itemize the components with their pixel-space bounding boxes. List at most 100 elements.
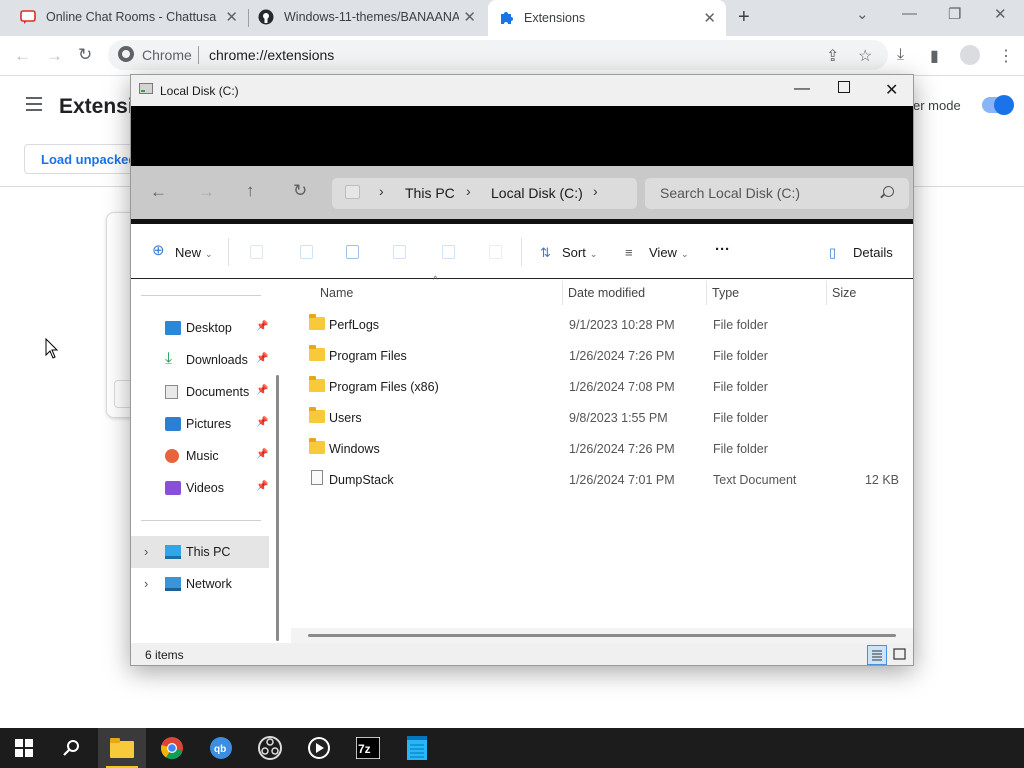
nav-item-videos[interactable]: Videos 📌 <box>131 472 269 504</box>
sort-button[interactable]: Sort ⌄ <box>562 245 597 260</box>
search-icon[interactable] <box>48 728 96 768</box>
refresh-icon[interactable]: ↻ <box>293 181 307 201</box>
tab-search-icon[interactable]: ⌄ <box>856 5 869 23</box>
nav-scrollbar[interactable] <box>276 375 279 641</box>
pin-icon[interactable]: 📌 <box>256 353 268 364</box>
start-icon[interactable] <box>0 728 48 768</box>
nav-item-label: Videos <box>186 481 224 495</box>
file-date: 1/26/2024 7:26 PM <box>569 349 675 363</box>
chevron-right-icon[interactable]: › <box>593 183 598 199</box>
side-panel-icon[interactable]: ▮ <box>930 46 939 66</box>
tab-github[interactable]: Windows-11-themes/BANAANA/ ✕ <box>248 0 486 34</box>
new-button[interactable]: New ⌄ <box>175 245 213 260</box>
chrome-icon[interactable] <box>148 728 196 768</box>
file-name: Windows <box>329 442 380 456</box>
this-pc-icon <box>165 545 181 559</box>
bookmark-star-icon[interactable]: ☆ <box>858 46 872 66</box>
address-bar[interactable] <box>332 178 637 209</box>
qbittorrent-icon[interactable]: qb <box>197 728 245 768</box>
view-button[interactable]: View ⌄ <box>649 245 689 260</box>
file-date: 1/26/2024 7:26 PM <box>569 442 675 456</box>
chevron-right-icon[interactable]: › <box>379 183 384 199</box>
tab-extensions[interactable]: Extensions ✕ <box>488 0 726 36</box>
minimize-icon[interactable]: — <box>794 80 810 98</box>
omnibox-url[interactable]: chrome://extensions <box>209 47 334 63</box>
file-row[interactable]: Users 9/8/2023 1:55 PM File folder <box>301 402 907 432</box>
download-icon[interactable]: ⤓ <box>897 46 904 64</box>
pin-icon[interactable]: 📌 <box>256 385 268 396</box>
notepad-icon[interactable] <box>393 728 441 768</box>
pin-icon[interactable]: 📌 <box>256 481 268 492</box>
search-input[interactable]: Search Local Disk (C:) <box>660 185 800 201</box>
pin-icon[interactable]: 📌 <box>256 417 268 428</box>
column-header-size[interactable]: Size <box>832 286 856 300</box>
column-header-type[interactable]: Type <box>712 286 739 300</box>
restore-icon[interactable]: ❐ <box>948 5 961 23</box>
details-view-icon[interactable] <box>867 645 887 665</box>
column-separator[interactable] <box>706 281 707 305</box>
close-icon[interactable]: ✕ <box>885 80 898 100</box>
chevron-right-icon[interactable]: › <box>466 183 471 199</box>
forward-icon[interactable]: → <box>198 182 215 202</box>
menu-kebab-icon[interactable]: ⋮ <box>998 46 1014 66</box>
nav-item-downloads[interactable]: ⤓ Downloads 📌 <box>131 344 269 376</box>
close-tab-icon[interactable]: ✕ <box>463 8 476 26</box>
minimize-icon[interactable]: — <box>902 5 917 22</box>
file-row[interactable]: Program Files 1/26/2024 7:26 PM File fol… <box>301 340 907 370</box>
delete-icon[interactable] <box>489 245 502 259</box>
hamburger-menu-icon[interactable] <box>26 97 42 111</box>
nav-item-network[interactable]: › Network <box>131 568 269 600</box>
more-options-button[interactable]: ··· <box>715 241 730 258</box>
maximize-icon[interactable] <box>838 81 850 93</box>
tab-chattusa[interactable]: Online Chat Rooms - Chattusa ✕ <box>8 0 248 34</box>
nav-item-documents[interactable]: Documents 📌 <box>131 376 269 408</box>
close-tab-icon[interactable]: ✕ <box>703 9 716 27</box>
media-player-icon[interactable] <box>295 728 343 768</box>
large-icons-view-icon[interactable] <box>890 645 910 665</box>
file-row[interactable]: DumpStack 1/26/2024 7:01 PM Text Documen… <box>301 464 907 494</box>
close-tab-icon[interactable]: ✕ <box>225 8 238 26</box>
7zip-icon[interactable]: 7z <box>344 728 392 768</box>
nav-item-music[interactable]: Music 📌 <box>131 440 269 472</box>
expand-chevron-icon[interactable]: › <box>144 576 148 591</box>
cut-icon[interactable] <box>250 245 263 259</box>
paste-icon[interactable] <box>346 245 359 259</box>
horizontal-scrollbar[interactable] <box>308 634 896 637</box>
copy-icon[interactable] <box>300 245 313 259</box>
pin-icon[interactable]: 📌 <box>256 449 268 460</box>
column-header-date[interactable]: Date modified <box>568 286 645 300</box>
obs-icon[interactable] <box>246 728 294 768</box>
nav-item-pictures[interactable]: Pictures 📌 <box>131 408 269 440</box>
file-row[interactable]: Program Files (x86) 1/26/2024 7:08 PM Fi… <box>301 371 907 401</box>
reload-icon[interactable]: ↻ <box>78 45 92 65</box>
pin-icon[interactable]: 📌 <box>256 321 268 332</box>
up-icon[interactable]: ↑ <box>246 181 255 201</box>
back-icon[interactable]: ← <box>14 46 31 66</box>
column-separator[interactable] <box>826 281 827 305</box>
column-header-name[interactable]: Name <box>320 286 353 300</box>
network-icon <box>165 577 181 591</box>
breadcrumb-this-pc[interactable]: This PC <box>405 185 455 201</box>
file-date: 9/1/2023 10:28 PM <box>569 318 675 332</box>
folder-icon <box>309 407 325 423</box>
back-icon[interactable]: ← <box>150 182 167 202</box>
nav-item-desktop[interactable]: Desktop 📌 <box>131 312 269 344</box>
profile-avatar-icon[interactable] <box>960 45 980 65</box>
column-separator[interactable] <box>562 281 563 305</box>
developer-mode-toggle[interactable] <box>982 95 1014 115</box>
share-icon[interactable]: ⇪ <box>826 46 839 66</box>
new-tab-button[interactable]: + <box>738 6 750 29</box>
file-row[interactable]: Windows 1/26/2024 7:26 PM File folder <box>301 433 907 463</box>
file-explorer-icon[interactable] <box>98 728 146 768</box>
details-button[interactable]: Details <box>853 245 893 260</box>
share-icon[interactable] <box>442 245 455 259</box>
nav-item-this-pc[interactable]: › This PC <box>131 536 269 568</box>
nav-item-label: Documents <box>186 385 250 399</box>
close-window-icon[interactable]: ✕ <box>994 5 1007 23</box>
rename-icon[interactable] <box>393 245 406 259</box>
sort-ascending-icon: ^ <box>433 275 438 286</box>
breadcrumb-local-disk[interactable]: Local Disk (C:) <box>491 185 583 201</box>
file-row[interactable]: PerfLogs 9/1/2023 10:28 PM File folder <box>301 309 907 339</box>
forward-icon[interactable]: → <box>46 46 63 66</box>
expand-chevron-icon[interactable]: › <box>144 544 148 559</box>
